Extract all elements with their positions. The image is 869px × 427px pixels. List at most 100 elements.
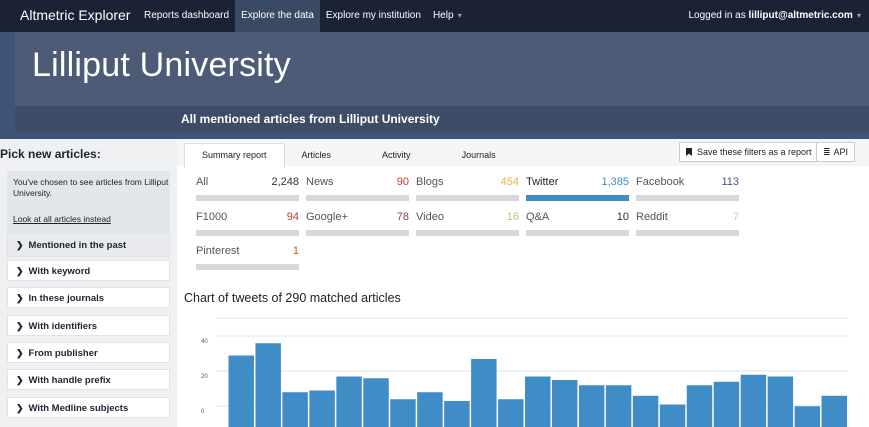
tab-journals[interactable]: Journals <box>428 145 513 165</box>
stat-google-[interactable]: Google+ 78 <box>306 211 409 237</box>
nav-item-help[interactable]: Help ▾ <box>427 0 468 32</box>
stat-label: Twitter <box>526 176 559 188</box>
chart-bar[interactable] <box>794 406 821 427</box>
chart-bar[interactable] <box>228 355 254 427</box>
stat-value: 7 <box>732 211 739 223</box>
nav-item-label: Explore the data <box>241 10 314 21</box>
stat-q-a[interactable]: Q&A 10 <box>526 211 629 237</box>
stat-blogs[interactable]: Blogs 454 <box>416 176 519 202</box>
chevron-right-icon: ❯ <box>16 266 24 276</box>
save-filters-button[interactable]: Save these filters as a report <box>679 142 819 162</box>
tab-activity[interactable]: Activity <box>348 145 428 165</box>
chart-bar[interactable] <box>740 374 767 427</box>
chevron-right-icon: ❯ <box>16 348 24 358</box>
selection-info-text: You've chosen to see articles from Lilli… <box>13 177 169 198</box>
stat-label: Blogs <box>416 176 444 188</box>
filter-mentioned-in-the-past[interactable]: ❯ Mentioned in the past <box>7 233 170 257</box>
chevron-right-icon: ❯ <box>16 321 24 331</box>
stat-value: 1,385 <box>601 176 629 188</box>
filter-with-identifiers[interactable]: ❯ With identifiers <box>7 315 170 336</box>
sidebar-title: Pick new articles: <box>0 147 101 161</box>
chart-bar[interactable] <box>336 376 362 427</box>
stat-label: Reddit <box>636 211 668 223</box>
stat-value: 16 <box>506 211 519 223</box>
stat-facebook[interactable]: Facebook 113 <box>636 176 739 202</box>
nav-item-reports-dashboard[interactable]: Reports dashboard <box>138 0 235 32</box>
stat-value: 78 <box>396 211 409 223</box>
chart-bar[interactable] <box>498 399 524 427</box>
stat-label: Google+ <box>306 211 348 223</box>
tab-summary-report[interactable]: Summary report <box>184 143 285 168</box>
top-navbar: Altmetric Explorer Reports dashboard Expl… <box>0 0 869 32</box>
brand-logo[interactable]: Altmetric Explorer <box>20 7 130 23</box>
stat-bar <box>416 195 519 201</box>
chart-bar[interactable] <box>551 380 578 427</box>
page-subtitle: All mentioned articles from Lilliput Uni… <box>181 112 440 126</box>
filter-label: Mentioned in the past <box>28 240 127 251</box>
y-tick-label: 20 <box>201 374 208 380</box>
chart-bar[interactable] <box>686 385 713 427</box>
chart-bar[interactable] <box>713 381 740 427</box>
filter-with-keyword[interactable]: ❯ With keyword <box>7 260 170 281</box>
filter-label: With Medline subjects <box>28 403 129 414</box>
user-menu[interactable]: Logged in as lilliput@altmetric.com ▾ <box>688 0 861 32</box>
main-nav: Reports dashboard Explore the data Explore… <box>138 0 468 32</box>
nav-item-explore-my-institution[interactable]: Explore my institution <box>320 0 427 32</box>
stat-label: Video <box>416 211 444 223</box>
filter-in-these-journals[interactable]: ❯ In these journals <box>7 287 170 308</box>
selection-info-box: You've chosen to see articles from Lilli… <box>7 171 170 233</box>
chart-bar[interactable] <box>282 392 308 427</box>
chart-bar[interactable] <box>821 395 847 427</box>
login-user: lilliput@altmetric.com <box>748 10 853 21</box>
chart-bar[interactable] <box>767 376 794 427</box>
all-articles-link[interactable]: Look at all articles instead <box>13 214 111 224</box>
stat-all[interactable]: All 2,248 <box>196 176 299 202</box>
chart-bar[interactable] <box>525 376 551 427</box>
chart-bar[interactable] <box>605 385 632 427</box>
stat-twitter[interactable]: Twitter 1,385 <box>526 176 629 202</box>
api-button[interactable]: ≣ API <box>816 142 856 162</box>
stat-f1000[interactable]: F1000 94 <box>196 211 299 237</box>
chart-bar[interactable] <box>390 399 416 427</box>
chart-bar[interactable] <box>309 390 335 427</box>
nav-item-explore-the-data[interactable]: Explore the data <box>235 0 320 32</box>
stat-bar <box>526 195 629 201</box>
chart-bar[interactable] <box>417 392 443 427</box>
page-header: Lilliput University <box>15 32 869 106</box>
nav-item-label: Explore my institution <box>325 10 421 21</box>
stat-label: Pinterest <box>196 245 240 257</box>
filter-with-handle-prefix[interactable]: ❯ With handle prefix <box>7 369 170 390</box>
chart-bar[interactable] <box>578 385 605 427</box>
nav-item-label: Help <box>432 10 454 21</box>
stat-bar <box>306 230 409 236</box>
chart-bar[interactable] <box>255 343 281 427</box>
save-filters-label: Save these filters as a report <box>697 147 812 157</box>
chart-title: Chart of tweets of 290 matched articles <box>184 291 401 305</box>
chevron-right-icon: ❯ <box>16 403 24 413</box>
stat-news[interactable]: News 90 <box>306 176 409 202</box>
y-tick-label: 40 <box>201 339 208 345</box>
filter-label: With identifiers <box>28 321 98 332</box>
tab-articles[interactable]: Articles <box>285 145 349 165</box>
filter-with-medline-subjects[interactable]: ❯ With Medline subjects <box>7 397 170 418</box>
chart-bar[interactable] <box>632 395 659 427</box>
chart-bar[interactable] <box>363 378 389 427</box>
tab-bar: Summary report Articles Activity Journals <box>184 143 513 168</box>
chart-bar[interactable] <box>444 401 470 427</box>
stat-pinterest[interactable]: Pinterest 1 <box>196 245 299 271</box>
stat-reddit[interactable]: Reddit 7 <box>636 211 739 237</box>
chart-bar[interactable] <box>659 404 686 427</box>
stat-video[interactable]: Video 16 <box>416 211 519 237</box>
stat-value: 90 <box>396 176 409 188</box>
chevron-down-icon: ▾ <box>854 11 861 20</box>
list-icon: ≣ <box>823 147 831 157</box>
stat-label: Q&A <box>526 211 550 223</box>
filter-from-publisher[interactable]: ❯ From publisher <box>7 342 170 363</box>
chart-bar[interactable] <box>471 359 497 427</box>
login-prefix: Logged in as <box>688 10 749 21</box>
stat-value: 1 <box>292 245 299 257</box>
bookmark-icon <box>686 148 692 156</box>
chevron-right-icon: ❯ <box>16 240 24 250</box>
chevron-down-icon: ▾ <box>455 11 462 20</box>
stat-value: 94 <box>286 211 299 223</box>
